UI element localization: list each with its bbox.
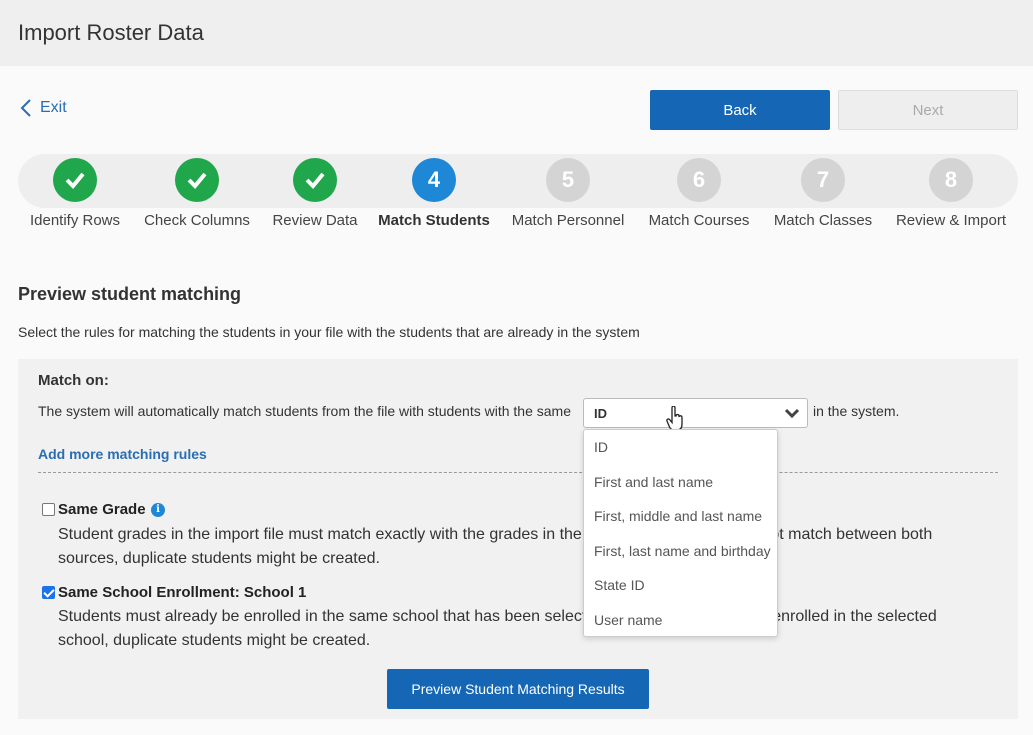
add-matching-rules-link[interactable]: Add more matching rules <box>38 446 207 462</box>
check-icon <box>53 158 97 202</box>
step-label: Match Students <box>378 212 490 229</box>
step-match-courses: 6 Match Courses <box>629 158 769 229</box>
divider <box>38 472 998 473</box>
match-text-after: in the system. <box>813 403 900 419</box>
match-field-select[interactable]: ID <box>583 398 808 428</box>
step-label: Match Classes <box>773 212 873 229</box>
step-number: 5 <box>546 158 590 202</box>
match-on-heading: Match on: <box>38 372 109 389</box>
exit-label: Exit <box>40 99 67 116</box>
step-match-students: 4 Match Students <box>364 158 504 229</box>
section-title: Preview student matching <box>18 284 242 304</box>
dropdown-option[interactable]: ID <box>584 430 777 465</box>
preview-matching-results-button[interactable]: Preview Student Matching Results <box>387 669 649 709</box>
rule-title: Same School Enrollment: School 1 <box>58 584 307 601</box>
match-field-dropdown: ID First and last name First, middle and… <box>583 429 778 637</box>
rule-description: Students must already be enrolled in the… <box>58 608 937 649</box>
step-number: 8 <box>929 158 973 202</box>
back-button[interactable]: Back <box>650 90 830 130</box>
dropdown-option[interactable]: First, middle and last name <box>584 499 777 534</box>
step-label: Identify Rows <box>29 212 121 229</box>
step-number: 4 <box>412 158 456 202</box>
dropdown-option[interactable]: First, last name and birthday <box>584 534 777 569</box>
check-icon <box>175 158 219 202</box>
same-grade-checkbox[interactable] <box>42 503 55 516</box>
next-button[interactable]: Next <box>838 90 1018 130</box>
step-label: Review & Import <box>895 212 1007 229</box>
step-number: 7 <box>801 158 845 202</box>
rule-description: Student grades in the import file must m… <box>58 526 933 567</box>
dropdown-option[interactable]: State ID <box>584 568 777 603</box>
page-title: Import Roster Data <box>18 20 204 45</box>
step-match-personnel: 5 Match Personnel <box>498 158 638 229</box>
section-description: Select the rules for matching the studen… <box>18 324 640 340</box>
exit-link[interactable]: Exit <box>20 98 67 118</box>
step-match-classes: 7 Match Classes <box>753 158 893 229</box>
check-icon <box>293 158 337 202</box>
same-school-checkbox[interactable] <box>42 586 55 599</box>
dropdown-option[interactable]: First and last name <box>584 465 777 500</box>
info-icon[interactable]: i <box>151 503 165 517</box>
step-identify-rows: Identify Rows <box>5 158 145 229</box>
top-bar: Import Roster Data <box>0 0 1033 66</box>
step-review-import: 8 Review & Import <box>881 158 1021 229</box>
dropdown-option[interactable]: User name <box>584 603 777 638</box>
step-label: Match Personnel <box>511 212 625 229</box>
step-label: Match Courses <box>648 212 750 229</box>
step-number: 6 <box>677 158 721 202</box>
select-value: ID <box>594 406 607 421</box>
match-text: The system will automatically match stud… <box>38 403 571 419</box>
rule-title: Same Grade <box>58 501 146 518</box>
chevron-left-icon <box>20 99 31 117</box>
chevron-down-icon <box>785 408 799 418</box>
